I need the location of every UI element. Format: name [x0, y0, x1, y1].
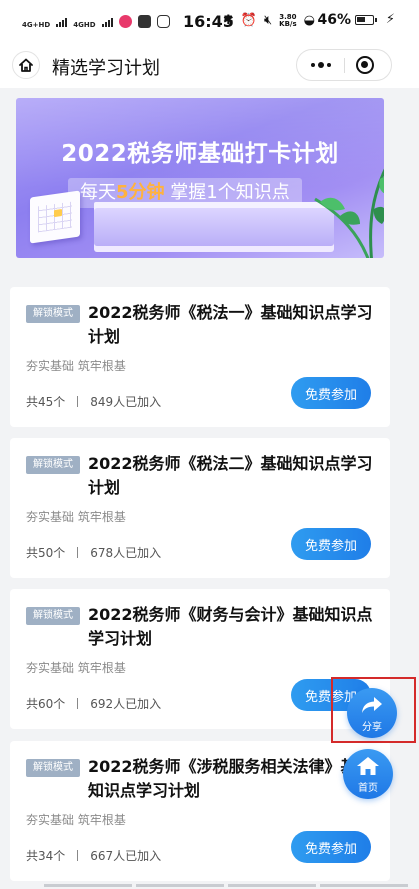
status-bar: 4G+HD 4GHD 16:45 ✱ ⏰ 🔇︎ 3.80 KB/s ◒ 46% ⚡…	[0, 0, 419, 42]
signal-bars-icon	[101, 18, 113, 27]
page-title: 精选学习计划	[52, 58, 160, 79]
course-meta: 共50个 678人已加入	[26, 544, 161, 561]
course-card[interactable]: 解锁模式 2022税务师《税法二》基础知识点学习计划 夯实基础 筑牢根基 共50…	[10, 438, 390, 578]
signal-bars-icon	[56, 18, 68, 27]
battery-percent: 46%	[317, 12, 351, 28]
more-button[interactable]	[297, 50, 344, 80]
course-title: 2022税务师《涉税服务相关法律》基础知识点学习计划	[88, 757, 373, 800]
home-icon	[19, 58, 33, 72]
course-meta: 共45个 849人已加入	[26, 393, 161, 410]
course-title: 2022税务师《税法二》基础知识点学习计划	[88, 454, 373, 497]
signal-indicator-1: 4G+HD	[22, 12, 68, 31]
bottom-scroll-indicator	[0, 884, 419, 889]
more-dot-icon	[326, 63, 331, 67]
network-speed: 3.80 KB/s	[279, 12, 297, 28]
meta-divider	[77, 698, 79, 709]
miniprogram-capsule	[296, 49, 392, 81]
alarm-icon: ⏰	[240, 13, 257, 28]
more-dot-icon	[310, 63, 315, 67]
plant-illustration	[314, 168, 384, 258]
wifi-icon: ◒	[303, 13, 315, 28]
close-miniprogram-button[interactable]	[356, 56, 374, 74]
signal-indicator-2: 4GHD	[73, 12, 113, 31]
join-free-button[interactable]: 免费参加	[291, 528, 371, 560]
unlock-mode-badge: 解锁模式	[26, 305, 80, 323]
course-subtitle: 夯实基础 筑牢根基	[26, 510, 126, 524]
bluetooth-icon: ✱	[222, 13, 234, 28]
meta-divider	[77, 547, 79, 558]
status-left: 4G+HD 4GHD	[22, 12, 170, 31]
meta-divider	[77, 850, 79, 861]
annotation-highlight-box	[331, 677, 416, 743]
course-count: 共34个	[26, 849, 66, 863]
nav-bar: 精选学习计划	[0, 42, 419, 88]
join-free-button[interactable]: 免费参加	[291, 831, 371, 863]
course-joined: 678人已加入	[90, 546, 162, 560]
podium-illustration	[94, 208, 334, 252]
home-button[interactable]	[12, 51, 40, 79]
course-count: 共60个	[26, 697, 66, 711]
app-notification-icon	[118, 15, 132, 28]
course-joined: 692人已加入	[90, 697, 162, 711]
promo-banner[interactable]: 2022税务师基础打卡计划 每天 5分钟 掌握1个知识点	[16, 98, 384, 258]
course-meta: 共34个 667人已加入	[26, 847, 161, 864]
video-app-icon	[156, 15, 170, 28]
battery-icon	[355, 15, 377, 25]
course-count: 共50个	[26, 546, 66, 560]
unlock-mode-badge: 解锁模式	[26, 759, 80, 777]
course-count: 共45个	[26, 395, 66, 409]
home-label: 首页	[358, 783, 378, 794]
more-dot-icon	[317, 62, 324, 68]
course-card[interactable]: 解锁模式 2022税务师《税法一》基础知识点学习计划 夯实基础 筑牢根基 共45…	[10, 287, 390, 427]
course-joined: 667人已加入	[90, 849, 162, 863]
course-meta: 共60个 692人已加入	[26, 695, 161, 712]
home-icon	[357, 757, 379, 775]
course-subtitle: 夯实基础 筑牢根基	[26, 661, 126, 675]
join-free-button[interactable]: 免费参加	[291, 377, 371, 409]
home-fab[interactable]: 首页	[343, 749, 393, 799]
message-app-icon	[137, 15, 151, 28]
course-subtitle: 夯实基础 筑牢根基	[26, 359, 126, 373]
course-title: 2022税务师《财务与会计》基础知识点学习计划	[88, 605, 373, 648]
status-right: ✱ ⏰ 🔇︎ 3.80 KB/s ◒	[223, 13, 315, 28]
unlock-mode-badge: 解锁模式	[26, 456, 80, 474]
meta-divider	[77, 396, 79, 407]
calendar-icon	[30, 190, 80, 244]
course-title: 2022税务师《税法一》基础知识点学习计划	[88, 303, 373, 346]
course-subtitle: 夯实基础 筑牢根基	[26, 813, 126, 827]
course-card[interactable]: 解锁模式 2022税务师《涉税服务相关法律》基础知识点学习计划 夯实基础 筑牢根…	[10, 741, 390, 881]
capsule-divider	[344, 58, 345, 73]
course-joined: 849人已加入	[90, 395, 162, 409]
unlock-mode-badge: 解锁模式	[26, 607, 80, 625]
mute-icon: 🔇︎	[263, 13, 273, 28]
charging-icon: ⚡︎	[385, 12, 395, 27]
